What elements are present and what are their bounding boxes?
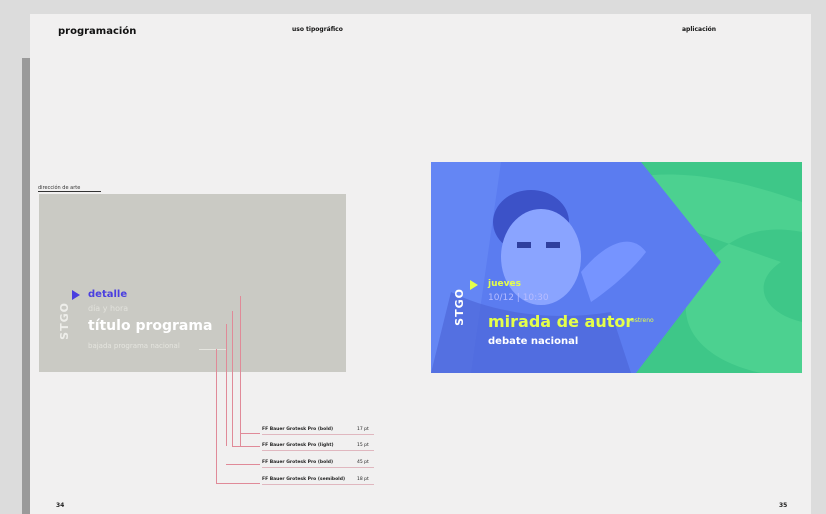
applied-thumbnail: STGO jueves 10/12 | 10:30 mirada de auto… bbox=[431, 162, 802, 373]
thumbnail-date: día y hora bbox=[88, 304, 129, 313]
leader-line bbox=[216, 483, 260, 484]
type-spec-font: FF Bauer Grotesk Pro (bold) bbox=[262, 427, 334, 432]
leader-line bbox=[232, 446, 260, 447]
thumbnail-subtitle: bajada programa nacional bbox=[88, 342, 180, 350]
header-right-title: aplicación bbox=[682, 26, 717, 33]
spec-rule bbox=[262, 467, 374, 468]
program-photo bbox=[431, 162, 802, 373]
play-icon bbox=[470, 280, 478, 290]
leader-line bbox=[216, 349, 217, 484]
channel-logo: STGO bbox=[453, 288, 466, 326]
spec-rule bbox=[262, 434, 374, 435]
type-spec-font: FF Bauer Grotesk Pro (bold) bbox=[262, 460, 334, 465]
leader-line bbox=[232, 311, 233, 446]
leader-line bbox=[240, 433, 260, 434]
page-shadow bbox=[22, 58, 30, 514]
spec-rule bbox=[262, 450, 374, 451]
page-number-left: 34 bbox=[56, 502, 65, 509]
thumbnail-title: mirada de autor bbox=[488, 312, 634, 331]
channel-logo: STGO bbox=[58, 302, 71, 340]
type-spec-font: FF Bauer Grotesk Pro (semibold) bbox=[262, 477, 345, 482]
header-subtitle: uso tipográfico bbox=[292, 26, 343, 33]
type-spec-font: FF Bauer Grotesk Pro (light) bbox=[262, 443, 334, 448]
page-number-right: 35 bbox=[779, 502, 788, 509]
type-spec-size: 17 pt bbox=[357, 427, 369, 432]
leader-line bbox=[226, 464, 260, 465]
header-section-title: programación bbox=[58, 26, 137, 37]
thumbnail-title: título programa bbox=[88, 318, 213, 334]
type-spec-size: 18 pt bbox=[357, 477, 369, 482]
leader-line bbox=[240, 296, 241, 446]
type-spec-size: 15 pt bbox=[357, 443, 369, 448]
thumbnail-tag: jueves bbox=[488, 279, 521, 289]
document-spread: programación uso tipográfico aplicación … bbox=[30, 14, 811, 514]
subtitle-rule bbox=[199, 349, 227, 350]
thumbnail-tag: detalle bbox=[88, 289, 128, 300]
spec-rule bbox=[262, 484, 374, 485]
leader-line bbox=[226, 324, 227, 446]
thumbnail-date: 10/12 | 10:30 bbox=[488, 293, 549, 303]
play-icon bbox=[72, 290, 80, 300]
premiere-badge: estreno bbox=[631, 317, 654, 324]
template-thumbnail: STGO detalle día y hora título programa … bbox=[39, 194, 346, 372]
caption-underline bbox=[38, 191, 101, 192]
type-spec-size: 45 pt bbox=[357, 460, 369, 465]
thumbnail-subtitle: debate nacional bbox=[488, 336, 579, 347]
